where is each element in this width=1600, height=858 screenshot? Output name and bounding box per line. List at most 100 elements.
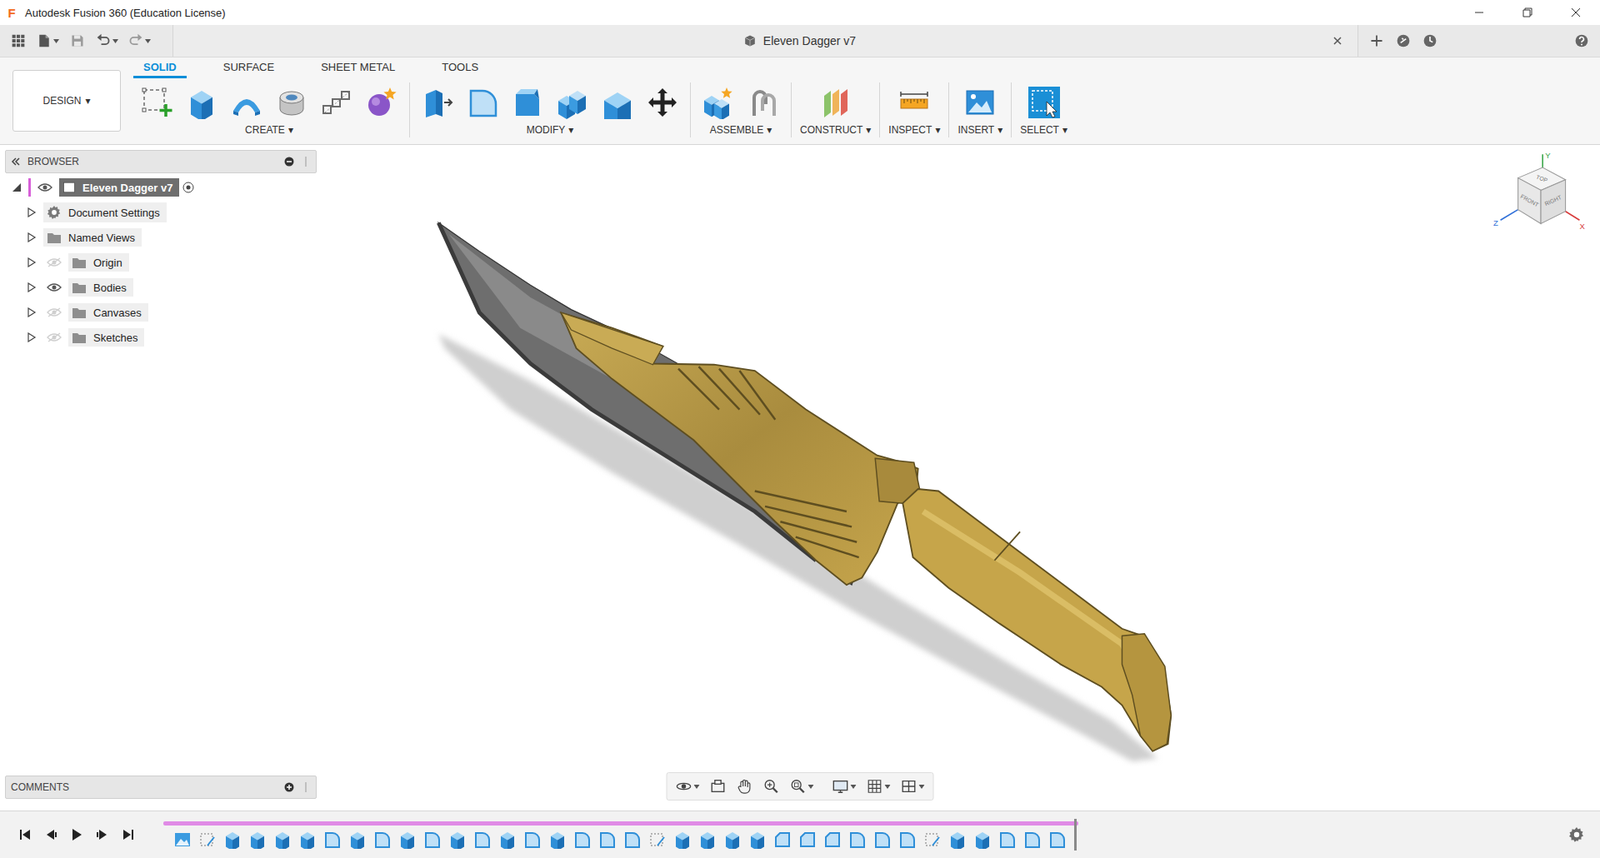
go-to-end-button[interactable]	[118, 825, 139, 845]
timeline-feature[interactable]	[823, 830, 842, 850]
form-button[interactable]	[359, 82, 405, 123]
expand-toggle[interactable]	[23, 329, 40, 346]
pattern-button[interactable]	[314, 82, 360, 123]
timeline-feature[interactable]	[848, 830, 867, 850]
timeline-feature[interactable]	[773, 830, 792, 850]
timeline-feature[interactable]	[398, 830, 417, 850]
tool-group-menu[interactable]: SELECT▾	[1016, 122, 1071, 138]
browser-item[interactable]: Canvases	[5, 300, 317, 325]
combine-button[interactable]	[550, 82, 595, 123]
canvas-viewport[interactable]: BROWSEREleven Dagger v7Document Settings…	[0, 145, 1600, 811]
timeline-feature[interactable]	[523, 830, 542, 850]
grid-button[interactable]	[863, 775, 895, 798]
document-tab[interactable]: Eleven Dagger v7	[273, 34, 1326, 48]
job-status-button[interactable]	[1418, 28, 1442, 54]
fillet-button[interactable]	[460, 82, 505, 123]
timeline-feature[interactable]	[598, 830, 617, 850]
toolbar-tab[interactable]: SHEET METAL	[310, 60, 405, 79]
browser-item[interactable]: Origin	[5, 250, 317, 275]
file-menu-button[interactable]	[33, 28, 63, 54]
display-button[interactable]	[829, 775, 860, 798]
step-back-button[interactable]	[40, 825, 61, 845]
visibility-toggle[interactable]	[43, 303, 65, 322]
timeline-feature[interactable]	[1023, 830, 1042, 850]
help-button[interactable]	[1570, 28, 1594, 54]
save-button[interactable]	[65, 28, 90, 54]
go-to-start-button[interactable]	[15, 825, 35, 845]
timeline-feature[interactable]	[623, 830, 642, 850]
timeline-feature[interactable]	[198, 830, 217, 850]
tool-group-menu[interactable]: CONSTRUCT▾	[796, 122, 875, 138]
workspace-dropdown[interactable]: DESIGN▾	[12, 70, 121, 132]
timeline-feature[interactable]	[923, 830, 942, 850]
visibility-toggle[interactable]	[43, 253, 65, 272]
timeline-feature[interactable]	[648, 830, 667, 850]
timeline-feature[interactable]	[373, 830, 392, 850]
new-component-button[interactable]	[695, 82, 741, 123]
sketch-button[interactable]	[134, 82, 180, 123]
select-button[interactable]	[1021, 82, 1067, 123]
toolbar-tab[interactable]: SOLID	[133, 60, 187, 79]
browser-item[interactable]: Named Views	[5, 225, 317, 250]
chamfer-button[interactable]	[505, 82, 550, 123]
visibility-toggle[interactable]	[34, 178, 56, 197]
fit-button[interactable]	[786, 775, 818, 798]
timeline-feature[interactable]	[473, 830, 492, 850]
look-at-button[interactable]	[706, 775, 730, 798]
redo-button[interactable]	[125, 28, 155, 54]
timeline-feature[interactable]	[748, 830, 767, 850]
toolbar-tab[interactable]: SURFACE	[213, 60, 285, 79]
tool-group-menu[interactable]: CREATE▾	[241, 122, 297, 138]
timeline-feature[interactable]	[323, 830, 342, 850]
expand-toggle[interactable]	[23, 204, 40, 221]
expand-toggle[interactable]	[23, 304, 40, 321]
timeline-feature[interactable]	[898, 830, 917, 850]
browser-item-label[interactable]: Bodies	[68, 278, 134, 297]
revolve-button[interactable]	[224, 82, 270, 123]
timeline-feature[interactable]	[248, 830, 267, 850]
zoom-button[interactable]	[760, 775, 784, 798]
timeline-settings-button[interactable]	[1565, 823, 1589, 847]
timeline-feature[interactable]	[798, 830, 817, 850]
move-button[interactable]	[640, 82, 685, 123]
timeline-feature[interactable]	[698, 830, 717, 850]
measure-button[interactable]	[891, 82, 937, 123]
plane-button[interactable]	[813, 82, 859, 123]
restore-button[interactable]	[1503, 0, 1552, 25]
minimize-button[interactable]	[1455, 0, 1504, 25]
view-cube[interactable]: YZXTOPFRONTRIGHT	[1491, 151, 1589, 249]
dagger-model[interactable]	[428, 215, 1184, 767]
timeline-feature[interactable]	[173, 830, 192, 850]
tool-group-menu[interactable]: INSERT▾	[954, 122, 1006, 138]
viewports-button[interactable]	[897, 775, 929, 798]
timeline-feature[interactable]	[273, 830, 292, 850]
browser-item[interactable]: Sketches	[5, 325, 317, 350]
close-button[interactable]	[1551, 0, 1600, 25]
timeline-feature[interactable]	[948, 830, 967, 850]
expand-toggle[interactable]	[23, 254, 40, 271]
browser-root-label[interactable]: Eleven Dagger v7	[59, 178, 180, 197]
timeline-feature[interactable]	[998, 830, 1017, 850]
pan-button[interactable]	[733, 775, 757, 798]
undo-button[interactable]	[92, 28, 122, 54]
visibility-toggle[interactable]	[43, 328, 65, 347]
step-forward-button[interactable]	[92, 825, 113, 845]
timeline-feature[interactable]	[573, 830, 592, 850]
timeline-feature[interactable]	[673, 830, 692, 850]
visibility-toggle[interactable]	[43, 278, 65, 297]
timeline-feature[interactable]	[1048, 830, 1067, 850]
offset-face-button[interactable]	[595, 82, 640, 123]
tool-group-menu[interactable]: ASSEMBLE▾	[706, 122, 776, 138]
timeline-feature[interactable]	[973, 830, 992, 850]
extensions-button[interactable]	[1391, 28, 1415, 54]
close-tab-button[interactable]	[1325, 28, 1350, 54]
toolbar-tab[interactable]: TOOLS	[431, 60, 489, 79]
extrude-button[interactable]	[179, 82, 225, 123]
hole-button[interactable]	[269, 82, 315, 123]
timeline-feature[interactable]	[548, 830, 567, 850]
data-panel-button[interactable]	[6, 28, 30, 54]
timeline-feature[interactable]	[723, 830, 742, 850]
browser-item[interactable]: Document Settings	[5, 200, 317, 225]
orbit-button[interactable]	[672, 775, 704, 798]
press-pull-button[interactable]	[415, 82, 460, 123]
